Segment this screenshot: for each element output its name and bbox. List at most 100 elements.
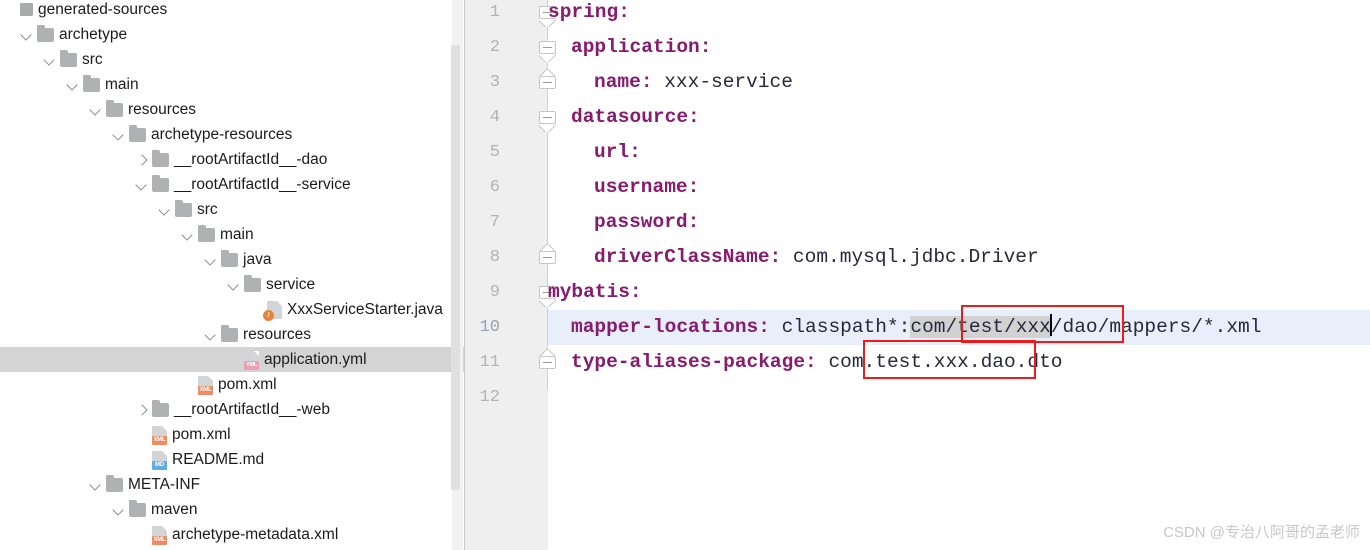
chevron-down-icon[interactable] xyxy=(88,97,104,122)
code-line[interactable] xyxy=(548,380,1370,415)
xml-file-icon: XML xyxy=(152,425,167,445)
yaml-value: classpath*: xyxy=(769,316,911,338)
chevron-right-icon[interactable] xyxy=(134,397,150,422)
yaml-key: url xyxy=(594,141,630,163)
line-number: 4 xyxy=(489,108,500,127)
code-line[interactable]: datasource: xyxy=(548,100,1370,135)
chevron-down-icon[interactable] xyxy=(19,22,35,47)
tree-row[interactable]: service xyxy=(0,272,465,297)
code-line[interactable]: driverClassName: com.mysql.jdbc.Driver xyxy=(548,240,1370,275)
code-line[interactable]: application: xyxy=(548,30,1370,65)
tree-scrollbar-track[interactable] xyxy=(451,0,463,550)
tree-row[interactable]: __rootArtifactId__-service xyxy=(0,172,465,197)
code-content[interactable]: spring: application: name: xxx-service data… xyxy=(548,0,1370,550)
folder-icon xyxy=(152,399,169,417)
no-chevron-spacer xyxy=(134,522,150,547)
tree-row[interactable]: maven xyxy=(0,497,465,522)
tree-row[interactable]: archetype-resources xyxy=(0,122,465,147)
folder-icon xyxy=(83,74,100,92)
tree-row-label: archetype xyxy=(59,26,128,43)
tree-row[interactable]: XML pom.xml xyxy=(0,422,465,447)
folder-icon xyxy=(106,99,123,117)
yaml-value: com.test.xxx.dao.dto xyxy=(816,351,1063,373)
no-chevron-spacer xyxy=(226,347,242,372)
tree-row-label: src xyxy=(82,51,103,68)
yaml-colon: : xyxy=(629,141,641,163)
chevron-down-icon[interactable] xyxy=(111,497,127,522)
tree-row[interactable]: XML archetype-metadata.xml xyxy=(0,522,465,547)
code-line[interactable]: username: xyxy=(548,170,1370,205)
chevron-down-icon[interactable] xyxy=(65,72,81,97)
code-line[interactable]: password: xyxy=(548,205,1370,240)
chevron-down-icon[interactable] xyxy=(226,272,242,297)
code-line[interactable]: spring: xyxy=(548,0,1370,30)
tree-row[interactable]: resources xyxy=(0,322,465,347)
chevron-down-icon[interactable] xyxy=(157,197,173,222)
code-line[interactable]: name: xxx-service xyxy=(548,65,1370,100)
yaml-colon: : xyxy=(769,246,782,268)
code-line[interactable]: mapper-locations: classpath*:com/test/xx… xyxy=(548,310,1370,345)
tree-row[interactable]: archetype xyxy=(0,22,465,47)
code-line[interactable]: url: xyxy=(548,135,1370,170)
code-line[interactable]: mybatis: xyxy=(548,275,1370,310)
yaml-colon: : xyxy=(758,316,770,338)
chevron-down-icon[interactable] xyxy=(111,122,127,147)
chevron-right-icon[interactable] xyxy=(134,147,150,172)
yaml-key: application xyxy=(571,36,700,58)
tree-row[interactable]: META-INF xyxy=(0,472,465,497)
tree-row-label: src xyxy=(197,201,218,218)
line-number: 9 xyxy=(489,283,500,302)
tree-row-selected[interactable]: YML application.yml xyxy=(0,347,465,372)
yaml-key: password xyxy=(594,211,688,233)
tree-row-label: main xyxy=(105,76,139,93)
yaml-colon: : xyxy=(618,1,630,23)
line-number: 6 xyxy=(489,178,500,197)
yaml-colon: : xyxy=(640,71,653,93)
editor-gutter[interactable]: 1 2 3 4 5 6 7 8 9 10 11 12 xyxy=(465,0,556,550)
module-icon xyxy=(20,3,33,16)
tree-row[interactable]: generated-sources xyxy=(0,0,465,22)
no-chevron-spacer xyxy=(134,447,150,472)
xml-file-icon: XML xyxy=(198,375,213,395)
xml-badge: XML xyxy=(198,385,213,395)
tree-row[interactable]: resources xyxy=(0,97,465,122)
tree-row[interactable]: src xyxy=(0,47,465,72)
folder-icon xyxy=(152,149,169,167)
xml-badge: XML xyxy=(152,435,167,445)
yaml-value: xxx-service xyxy=(652,71,793,93)
line-number: 12 xyxy=(479,388,500,407)
line-number: 5 xyxy=(489,143,500,162)
folder-icon xyxy=(106,474,123,492)
chevron-down-icon[interactable] xyxy=(180,222,196,247)
project-tree-panel: generated-sources archetype src main resourc… xyxy=(0,0,465,550)
tree-row[interactable]: J XxxServiceStarter.java xyxy=(0,297,465,322)
tree-row[interactable]: __rootArtifactId__-dao xyxy=(0,147,465,172)
yaml-colon: : xyxy=(687,211,700,233)
tree-scrollbar-thumb[interactable] xyxy=(451,45,460,490)
code-line[interactable]: type-aliases-package: com.test.xxx.dao.d… xyxy=(548,345,1370,380)
md-file-icon: MD xyxy=(152,450,167,470)
no-chevron-spacer xyxy=(180,372,196,397)
selected-text[interactable]: com/test/xxx xyxy=(910,316,1051,338)
tree-row[interactable]: main xyxy=(0,222,465,247)
tree-row[interactable]: main xyxy=(0,72,465,97)
line-number: 1 xyxy=(489,3,500,22)
tree-row-label: __rootArtifactId__-service xyxy=(174,176,351,193)
tree-row[interactable]: src xyxy=(0,197,465,222)
chevron-down-icon[interactable] xyxy=(134,172,150,197)
tree-row[interactable]: java xyxy=(0,247,465,272)
tree-row[interactable]: XML pom.xml xyxy=(0,372,465,397)
tree-row[interactable]: __rootArtifactId__-web xyxy=(0,397,465,422)
line-number: 3 xyxy=(489,73,500,92)
chevron-down-icon[interactable] xyxy=(88,472,104,497)
yml-badge: YML xyxy=(244,360,259,370)
chevron-down-icon[interactable] xyxy=(203,322,219,347)
chevron-down-icon[interactable] xyxy=(42,47,58,72)
folder-icon xyxy=(129,124,146,142)
tree-row-label: application.yml xyxy=(264,351,367,368)
tree-row[interactable]: MD README.md xyxy=(0,447,465,472)
yaml-key: type-aliases-package xyxy=(571,351,806,373)
chevron-down-icon[interactable] xyxy=(203,247,219,272)
code-editor[interactable]: 1 2 3 4 5 6 7 8 9 10 11 12 spring: application: name:… xyxy=(465,0,1370,550)
ide-window: generated-sources archetype src main resourc… xyxy=(0,0,1370,550)
